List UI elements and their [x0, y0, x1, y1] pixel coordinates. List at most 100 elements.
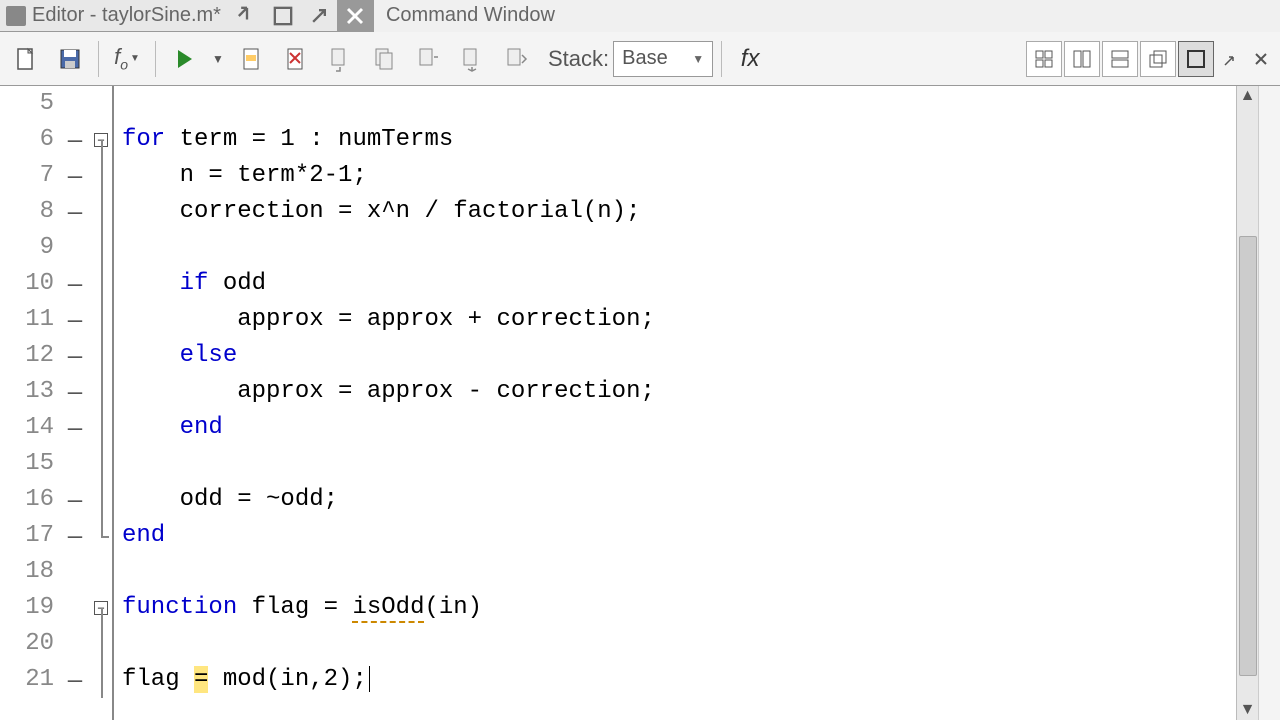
insert-fx-button[interactable]: fx: [730, 39, 770, 79]
line-number: 5: [0, 86, 54, 122]
line-number: 6: [0, 122, 54, 158]
code-line[interactable]: odd = ~odd;: [122, 482, 1236, 518]
code-line[interactable]: for term = 1 : numTerms: [122, 122, 1236, 158]
code-line[interactable]: end: [122, 410, 1236, 446]
executable-mark[interactable]: —: [60, 122, 90, 158]
stack-label: Stack:: [548, 46, 609, 72]
maximize-icon[interactable]: [265, 0, 301, 32]
layout-split-h-icon[interactable]: [1102, 41, 1138, 77]
fold-cell: [90, 194, 112, 230]
new-file-button[interactable]: [6, 39, 46, 79]
code-line[interactable]: [122, 446, 1236, 482]
fold-cell: [90, 626, 112, 662]
line-number: 9: [0, 230, 54, 266]
code-line[interactable]: [122, 86, 1236, 122]
executable-mark[interactable]: [60, 590, 90, 626]
executable-mark[interactable]: —: [60, 662, 90, 698]
code-marks-strip: [1258, 86, 1280, 720]
stack-selector[interactable]: Base ▼: [613, 41, 713, 77]
line-number: 13: [0, 374, 54, 410]
executable-mark[interactable]: —: [60, 266, 90, 302]
executable-mark[interactable]: [60, 554, 90, 590]
line-number: 21: [0, 662, 54, 698]
executable-mark[interactable]: —: [60, 158, 90, 194]
line-number: 7: [0, 158, 54, 194]
layout-grid-icon[interactable]: [1026, 41, 1062, 77]
scroll-down-icon[interactable]: ▼: [1237, 700, 1258, 720]
fold-margin: −−: [90, 86, 114, 720]
fold-cell: [90, 86, 112, 122]
step-in-button[interactable]: [364, 39, 404, 79]
close-editor-icon[interactable]: [337, 0, 373, 32]
code-line[interactable]: if odd: [122, 266, 1236, 302]
editor-pane-controls: [229, 0, 373, 32]
fold-cell: −: [90, 122, 112, 158]
run-dropdown[interactable]: ▼: [208, 39, 228, 79]
code-area[interactable]: for term = 1 : numTerms n = term*2-1; co…: [114, 86, 1236, 720]
executable-mark[interactable]: [60, 86, 90, 122]
executable-mark[interactable]: —: [60, 338, 90, 374]
run-section-button[interactable]: [232, 39, 272, 79]
line-number: 8: [0, 194, 54, 230]
executable-mark[interactable]: —: [60, 482, 90, 518]
function-hint-button[interactable]: fo ▼: [107, 39, 147, 79]
editor-title: Editor - taylorSine.m*: [32, 4, 229, 27]
executable-mark[interactable]: —: [60, 518, 90, 554]
titlebar: Editor - taylorSine.m* Command Window: [0, 0, 1280, 32]
scroll-thumb[interactable]: [1239, 236, 1257, 676]
fold-cell: [90, 410, 112, 446]
command-window-tab[interactable]: Command Window: [373, 0, 1280, 32]
line-number: 17: [0, 518, 54, 554]
undock-icon[interactable]: [301, 0, 337, 32]
line-number: 20: [0, 626, 54, 662]
run-to-cursor-button[interactable]: [496, 39, 536, 79]
scroll-up-icon[interactable]: ▲: [1237, 86, 1258, 106]
expand-toolbar-icon[interactable]: [1218, 39, 1244, 79]
code-line[interactable]: correction = x^n / factorial(n);: [122, 194, 1236, 230]
code-line[interactable]: n = term*2-1;: [122, 158, 1236, 194]
code-line[interactable]: approx = approx + correction;: [122, 302, 1236, 338]
layout-split-v-icon[interactable]: [1064, 41, 1100, 77]
layout-buttons: [1026, 41, 1214, 77]
layout-float-icon[interactable]: [1140, 41, 1176, 77]
close-toolbar-icon[interactable]: [1248, 39, 1274, 79]
executable-mark[interactable]: —: [60, 374, 90, 410]
code-line[interactable]: approx = approx - correction;: [122, 374, 1236, 410]
run-button[interactable]: [164, 39, 204, 79]
vertical-scrollbar[interactable]: ▲ ▼: [1236, 86, 1258, 720]
code-line[interactable]: end: [122, 518, 1236, 554]
code-line[interactable]: [122, 554, 1236, 590]
line-number: 12: [0, 338, 54, 374]
code-line[interactable]: [122, 626, 1236, 662]
breakpoint-margin[interactable]: ———————————: [60, 86, 90, 720]
step-button[interactable]: [320, 39, 360, 79]
continue-button[interactable]: [452, 39, 492, 79]
fold-cell: [90, 302, 112, 338]
code-line[interactable]: flag = mod(in,2);: [122, 662, 1236, 698]
fold-cell: [90, 662, 112, 698]
executable-mark[interactable]: —: [60, 410, 90, 446]
executable-mark[interactable]: —: [60, 194, 90, 230]
code-line[interactable]: [122, 230, 1236, 266]
line-number: 18: [0, 554, 54, 590]
line-number: 14: [0, 410, 54, 446]
editor-area: 56789101112131415161718192021 ——————————…: [0, 86, 1280, 720]
fold-cell: −: [90, 590, 112, 626]
line-number: 11: [0, 302, 54, 338]
exit-debug-button[interactable]: [276, 39, 316, 79]
executable-mark[interactable]: —: [60, 302, 90, 338]
line-number: 10: [0, 266, 54, 302]
executable-mark[interactable]: [60, 446, 90, 482]
dock-icon[interactable]: [229, 0, 265, 32]
save-button[interactable]: [50, 39, 90, 79]
layout-single-icon[interactable]: [1178, 41, 1214, 77]
step-out-button[interactable]: [408, 39, 448, 79]
executable-mark[interactable]: [60, 230, 90, 266]
code-line[interactable]: function flag = isOdd(in): [122, 590, 1236, 626]
stack-value: Base: [622, 47, 668, 70]
fold-cell: [90, 158, 112, 194]
app-icon: [6, 6, 26, 26]
code-line[interactable]: else: [122, 338, 1236, 374]
line-number: 19: [0, 590, 54, 626]
executable-mark[interactable]: [60, 626, 90, 662]
